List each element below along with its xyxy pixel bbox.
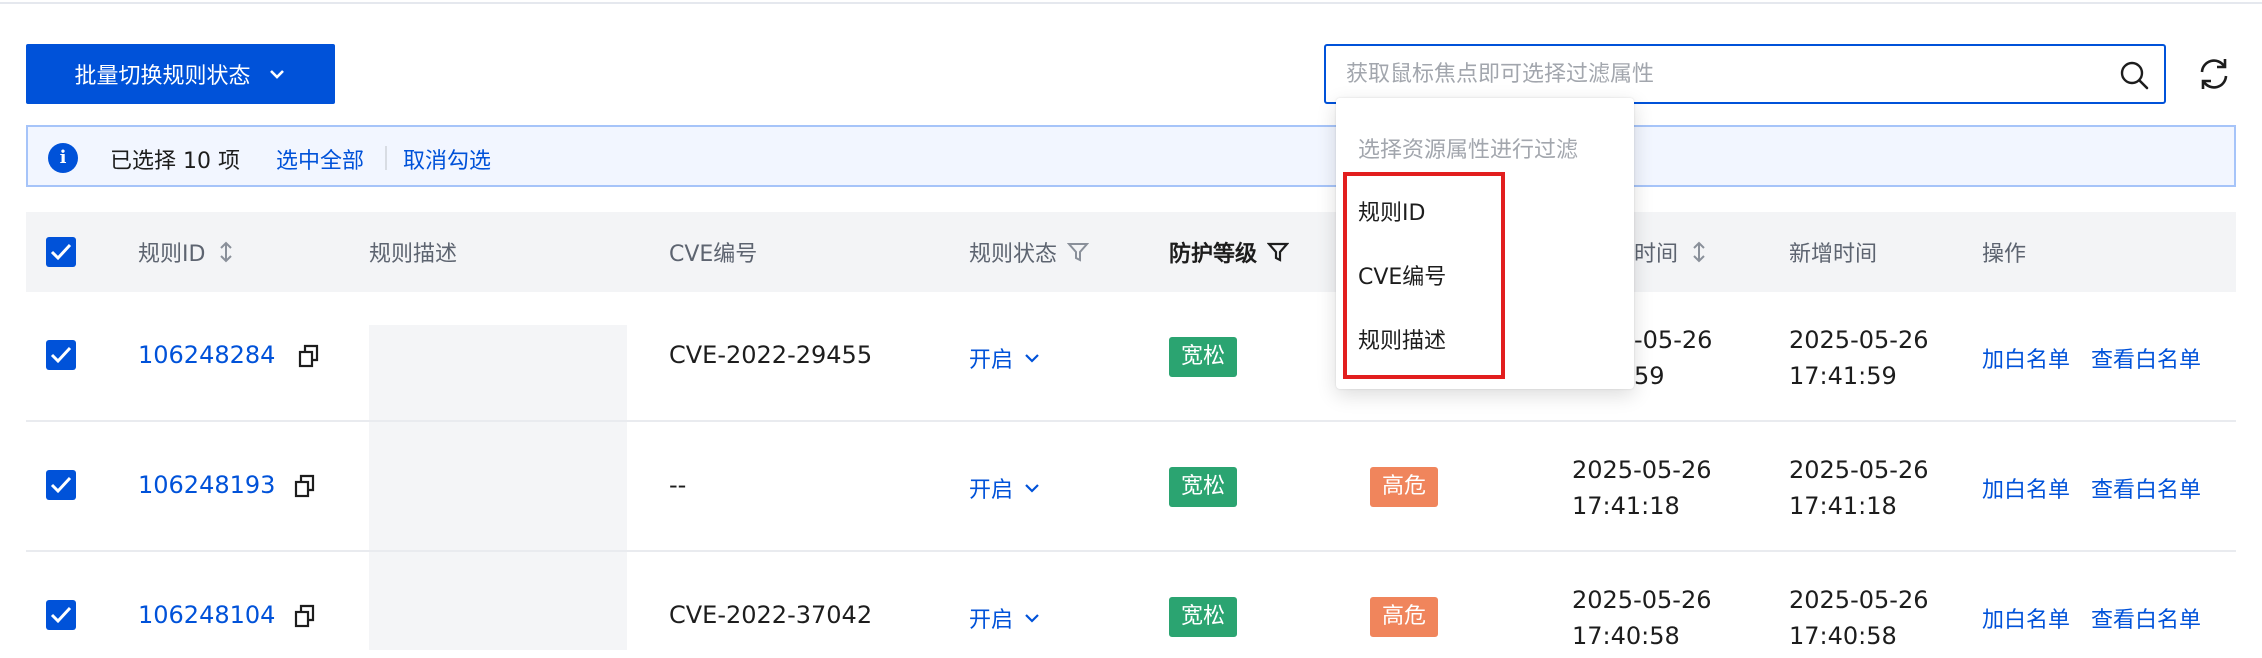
column-description: 规则描述 [369,212,457,292]
protection-level-badge: 宽松 [1169,337,1238,377]
copy-icon[interactable] [294,474,316,498]
view-whitelist-link[interactable]: 查看白名单 [2091,342,2201,374]
row-checkbox[interactable] [46,600,76,630]
table-row: 106248284 CVE-2022-29455 开启 宽松 -05-26 59… [26,292,2236,422]
copy-icon[interactable] [294,604,316,628]
chevron-down-icon [269,70,284,79]
protection-level-badge: 宽松 [1169,467,1238,507]
rule-status-select[interactable]: 开启 [969,472,1041,504]
filter-icon[interactable] [1267,241,1290,263]
rule-status-select[interactable]: 开启 [969,342,1041,374]
column-rule-id[interactable]: 规则ID [138,212,237,292]
cancel-selection-link[interactable]: 取消勾选 [403,143,491,175]
column-status[interactable]: 规则状态 [969,212,1090,292]
rule-id-link[interactable]: 106248104 [138,601,275,629]
sort-icon[interactable] [215,241,237,263]
rule-status-label: 开启 [969,348,1014,373]
added-clock: 17:41:59 [1789,362,1897,390]
column-added-time-label: 新增时间 [1789,242,1878,267]
add-whitelist-link[interactable]: 加白名单 [1982,602,2070,634]
chevron-down-icon [1025,484,1039,493]
risk-level-badge: 高危 [1370,597,1439,637]
rule-id-link[interactable]: 106248193 [138,471,275,499]
view-whitelist-link[interactable]: 查看白名单 [2091,602,2201,634]
added-date: 2025-05-26 [1789,326,1929,354]
column-updated-time-label: 时间 [1634,242,1679,267]
column-actions-label: 操作 [1982,242,2027,267]
column-description-label: 规则描述 [369,242,458,267]
row-checkbox[interactable] [46,340,76,370]
select-all-checkbox[interactable] [46,237,76,267]
added-time: 2025-05-26 17:41:18 [1789,452,1928,524]
filter-icon[interactable] [1067,241,1090,263]
info-icon: i [48,143,78,173]
search-icon[interactable] [2118,59,2150,91]
view-whitelist-link[interactable]: 查看白名单 [2091,472,2201,504]
rule-id-link[interactable]: 106248284 [138,341,275,369]
added-clock: 17:40:58 [1789,622,1897,650]
selection-info-bar: i 已选择 10 项 选中全部 取消勾选 [26,125,2236,187]
copy-icon[interactable] [298,344,320,368]
column-protection[interactable]: 防护等级 [1169,212,1290,292]
rule-status-label: 开启 [969,478,1014,503]
column-protection-label: 防护等级 [1169,242,1258,267]
add-whitelist-link[interactable]: 加白名单 [1982,472,2070,504]
chevron-down-icon [1025,354,1039,363]
refresh-icon[interactable] [2196,56,2232,92]
sort-icon[interactable] [1688,241,1710,263]
added-time: 2025-05-26 17:41:59 [1789,322,1928,394]
rule-status-label: 开启 [969,608,1014,633]
divider [385,146,387,170]
updated-date: 2025-05-26 [1572,456,1712,484]
column-cve-label: CVE编号 [669,242,758,267]
updated-time: -05-26 59 [1634,322,1712,394]
batch-toggle-status-label: 批量切换规则状态 [74,64,251,89]
column-actions: 操作 [1982,212,2026,292]
select-all-link[interactable]: 选中全部 [276,143,364,175]
added-clock: 17:41:18 [1789,492,1897,520]
added-date: 2025-05-26 [1789,456,1929,484]
rule-status-select[interactable]: 开启 [969,602,1041,634]
column-cve: CVE编号 [669,212,757,292]
added-time: 2025-05-26 17:40:58 [1789,582,1928,654]
column-rule-id-label: 规则ID [138,242,206,267]
dropdown-hint: 选择资源属性进行过滤 [1358,138,1579,163]
updated-date: 2025-05-26 [1572,586,1712,614]
search-input[interactable] [1346,54,2106,94]
table-header: 规则ID 规则描述 CVE编号 规则状态 防护等级 时间 新增时间 操作 [26,212,2236,292]
updated-clock: 17:40:58 [1572,622,1680,650]
added-date: 2025-05-26 [1789,586,1929,614]
column-status-label: 规则状态 [969,242,1058,267]
cve-id: CVE-2022-37042 [669,601,873,629]
updated-date: -05-26 [1634,326,1713,354]
batch-toggle-status-button[interactable]: 批量切换规则状态 [26,44,335,104]
updated-time: 2025-05-26 17:41:18 [1572,452,1711,524]
chevron-down-icon [1025,614,1039,623]
updated-clock: 17:41:18 [1572,492,1680,520]
protection-level-badge: 宽松 [1169,597,1238,637]
updated-clock: 59 [1634,362,1665,390]
top-divider [0,0,2262,4]
cve-id: CVE-2022-29455 [669,341,873,369]
filter-search-box[interactable] [1324,44,2166,104]
column-added-time: 新增时间 [1789,212,1877,292]
selection-count: 已选择 10 项 [110,149,240,174]
table-row: 106248104 CVE-2022-37042 开启 宽松 高危 2025-0… [26,552,2236,658]
annotation-highlight-box [1343,172,1505,379]
cve-id: -- [669,471,687,499]
table-row: 106248193 -- 开启 宽松 高危 2025-05-26 17:41:1… [26,422,2236,552]
updated-time: 2025-05-26 17:40:58 [1572,582,1711,654]
risk-level-badge: 高危 [1370,467,1439,507]
column-updated-time[interactable]: 时间 [1634,212,1710,292]
add-whitelist-link[interactable]: 加白名单 [1982,342,2070,374]
row-checkbox[interactable] [46,470,76,500]
